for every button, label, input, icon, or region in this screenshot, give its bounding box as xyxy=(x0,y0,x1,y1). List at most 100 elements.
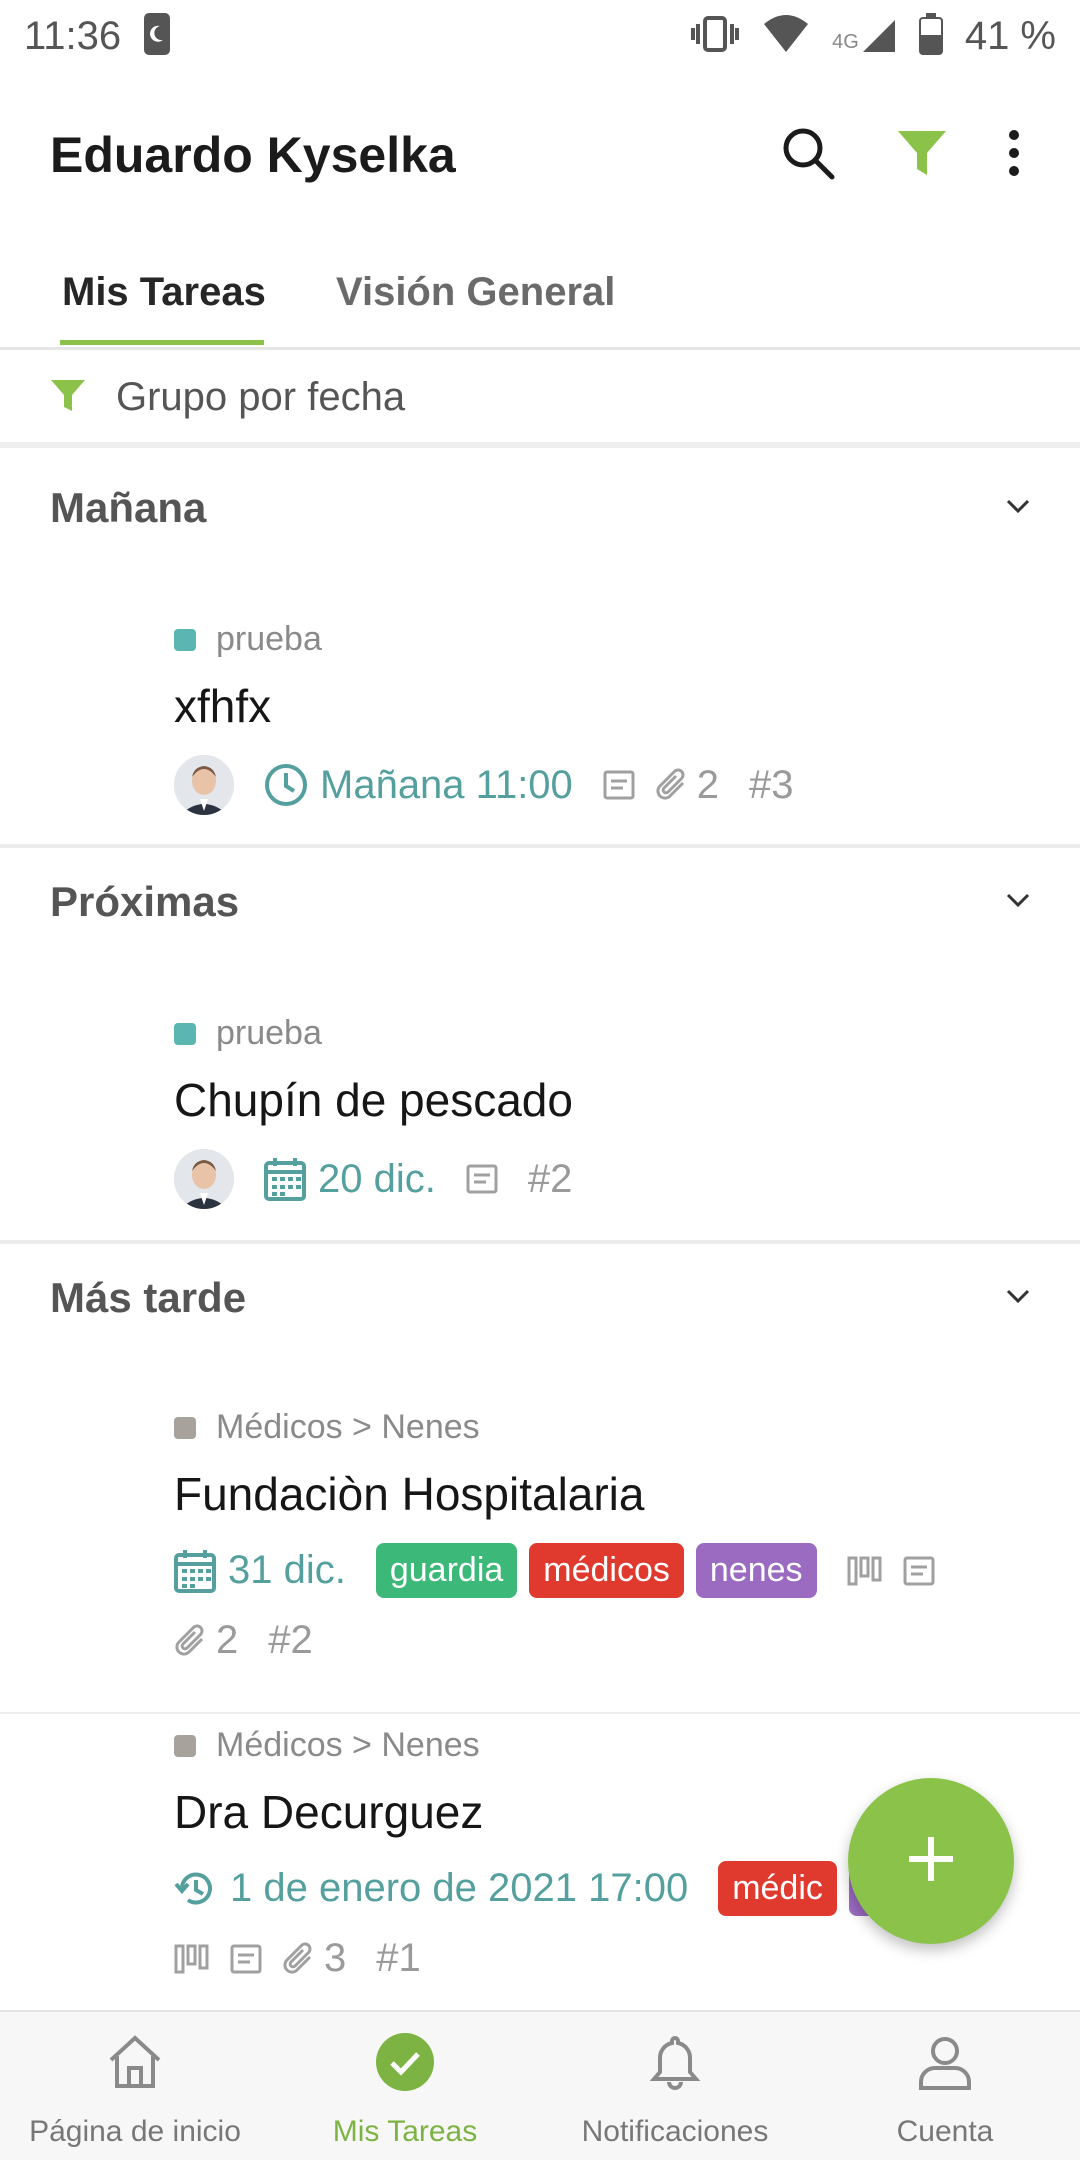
attachment-count: 2 xyxy=(216,1618,239,1662)
nav-notificaciones[interactable]: Notificaciones xyxy=(540,2012,810,2160)
section-header[interactable]: Mañana xyxy=(50,458,1030,558)
project-line: Médicos > Nenes xyxy=(174,1726,1060,1765)
project-name: Médicos > Nenes xyxy=(216,1408,480,1446)
check-circle-icon xyxy=(375,2032,435,2097)
task-number: #1 xyxy=(376,1936,421,1980)
dnd-moon-icon xyxy=(143,12,171,61)
tag-nenes[interactable]: nenes xyxy=(695,1543,817,1598)
task-title: Fundaciòn Hospitalaria xyxy=(174,1468,645,1520)
tag-guardia[interactable]: guardia xyxy=(375,1543,518,1598)
project-line: prueba xyxy=(174,1014,1060,1053)
project-color-dot xyxy=(174,1416,196,1439)
status-bar: 11:36 4G 41 % xyxy=(0,0,1080,72)
description-icon xyxy=(230,1943,262,1975)
add-task-button[interactable] xyxy=(848,1778,1014,1944)
section-title: Próximas xyxy=(50,878,240,925)
due-date-label: 31 dic. xyxy=(228,1548,346,1592)
project-color-dot xyxy=(174,1022,196,1045)
cell-signal-icon: 4G xyxy=(832,18,897,54)
due-date-label: 1 de enero de 2021 17:00 xyxy=(230,1866,689,1910)
attachment-icon xyxy=(282,1941,318,1977)
task-number: #2 xyxy=(268,1618,313,1662)
home-icon xyxy=(105,2032,165,2097)
task-meta: 31 dic. guardia médicos nenes xyxy=(174,1543,1060,1598)
more-vert-icon[interactable] xyxy=(1008,129,1020,182)
description-icon xyxy=(903,1555,935,1587)
task-meta: Mañana 11:00 2 #3 xyxy=(174,755,1060,815)
task-number: #2 xyxy=(527,1156,573,1201)
search-icon[interactable] xyxy=(780,125,836,186)
section-manana: Mañana prueba xfhfx Mañana 11:00 2 #3 xyxy=(0,458,1080,848)
description-icon xyxy=(466,1163,498,1195)
page-title: Eduardo Kyselka xyxy=(50,127,456,183)
repeat-clock-icon xyxy=(174,1872,212,1904)
project-name: prueba xyxy=(216,1014,322,1052)
tag-medicos[interactable]: médicos xyxy=(529,1543,684,1598)
active-tab-indicator xyxy=(60,340,264,345)
tab-vision-general[interactable]: Visión General xyxy=(336,270,615,315)
task-title: xfhfx xyxy=(174,680,272,732)
section-title: Más tarde xyxy=(50,1274,247,1321)
chevron-down-icon[interactable] xyxy=(1006,1288,1030,1309)
task-item[interactable]: prueba xfhfx Mañana 11:00 2 #3 xyxy=(174,620,1060,815)
chevron-down-icon[interactable] xyxy=(1006,498,1030,519)
bell-icon xyxy=(645,2032,705,2097)
task-divider xyxy=(0,1712,1080,1714)
attachment-count: 2 xyxy=(696,762,720,807)
attachment-count: 3 xyxy=(324,1936,347,1980)
calendar-icon xyxy=(174,1549,216,1593)
nav-label: Notificaciones xyxy=(581,2115,769,2148)
due-date[interactable]: Mañana 11:00 xyxy=(264,763,573,808)
project-line: prueba xyxy=(174,620,1060,659)
nav-label: Página de inicio xyxy=(29,2115,241,2148)
filter-icon[interactable] xyxy=(896,127,948,184)
task-meta: 20 dic. #2 xyxy=(174,1149,1060,1209)
filter-small-icon xyxy=(50,377,86,418)
nav-home[interactable]: Página de inicio xyxy=(0,2012,270,2160)
person-icon xyxy=(915,2032,975,2097)
app-bar: Eduardo Kyselka xyxy=(0,90,1080,220)
due-date-label: 20 dic. xyxy=(318,1156,436,1201)
task-item[interactable]: prueba Chupín de pescado 20 dic. #2 xyxy=(174,1014,1060,1209)
section-header[interactable]: Más tarde xyxy=(50,1248,1030,1348)
section-title: Mañana xyxy=(50,484,207,531)
group-by-row[interactable]: Grupo por fecha xyxy=(0,352,1080,448)
task-item[interactable]: Médicos > Nenes Fundaciòn Hospitalaria 3… xyxy=(174,1408,1060,1663)
attachment-icon xyxy=(174,1623,210,1659)
board-icon xyxy=(174,1943,210,1975)
project-name: Médicos > Nenes xyxy=(216,1726,480,1764)
project-line: Médicos > Nenes xyxy=(174,1408,1060,1447)
plus-icon xyxy=(907,1835,955,1888)
battery-icon xyxy=(918,12,943,60)
nav-cuenta[interactable]: Cuenta xyxy=(810,2012,1080,2160)
avatar xyxy=(174,755,234,815)
calendar-icon xyxy=(264,1158,306,1201)
section-proximas: Próximas prueba Chupín de pescado 20 dic… xyxy=(0,852,1080,1244)
vibrate-icon xyxy=(690,14,740,59)
wifi-icon xyxy=(762,14,810,59)
project-color-dot xyxy=(174,628,196,651)
tab-bar: Mis Tareas Visión General xyxy=(0,250,1080,350)
chevron-down-icon[interactable] xyxy=(1006,892,1030,913)
group-by-label: Grupo por fecha xyxy=(116,374,406,419)
project-name: prueba xyxy=(216,620,322,658)
avatar xyxy=(174,1149,234,1209)
attachment-icon xyxy=(655,767,691,803)
task-number: #3 xyxy=(749,762,794,807)
task-meta-extra: 2 #2 xyxy=(174,1618,1060,1663)
battery-level: 41 % xyxy=(964,13,1056,58)
due-date-label: Mañana 11:00 xyxy=(320,762,573,807)
nav-label: Cuenta xyxy=(896,2115,994,2148)
network-type: 4G xyxy=(832,31,859,53)
bottom-nav: Página de inicio Mis Tareas Notificacion… xyxy=(0,2010,1080,2160)
due-date[interactable]: 20 dic. xyxy=(264,1157,436,1202)
tag-medicos[interactable]: médic xyxy=(718,1861,837,1916)
tab-mis-tareas[interactable]: Mis Tareas xyxy=(62,270,266,315)
due-date[interactable]: 1 de enero de 2021 17:00 xyxy=(174,1866,688,1911)
nav-label: Mis Tareas xyxy=(332,2115,478,2148)
board-icon xyxy=(847,1555,883,1587)
section-header[interactable]: Próximas xyxy=(50,852,1030,952)
nav-mis-tareas[interactable]: Mis Tareas xyxy=(270,2012,540,2160)
due-date[interactable]: 31 dic. xyxy=(174,1548,346,1593)
description-icon xyxy=(603,769,635,801)
